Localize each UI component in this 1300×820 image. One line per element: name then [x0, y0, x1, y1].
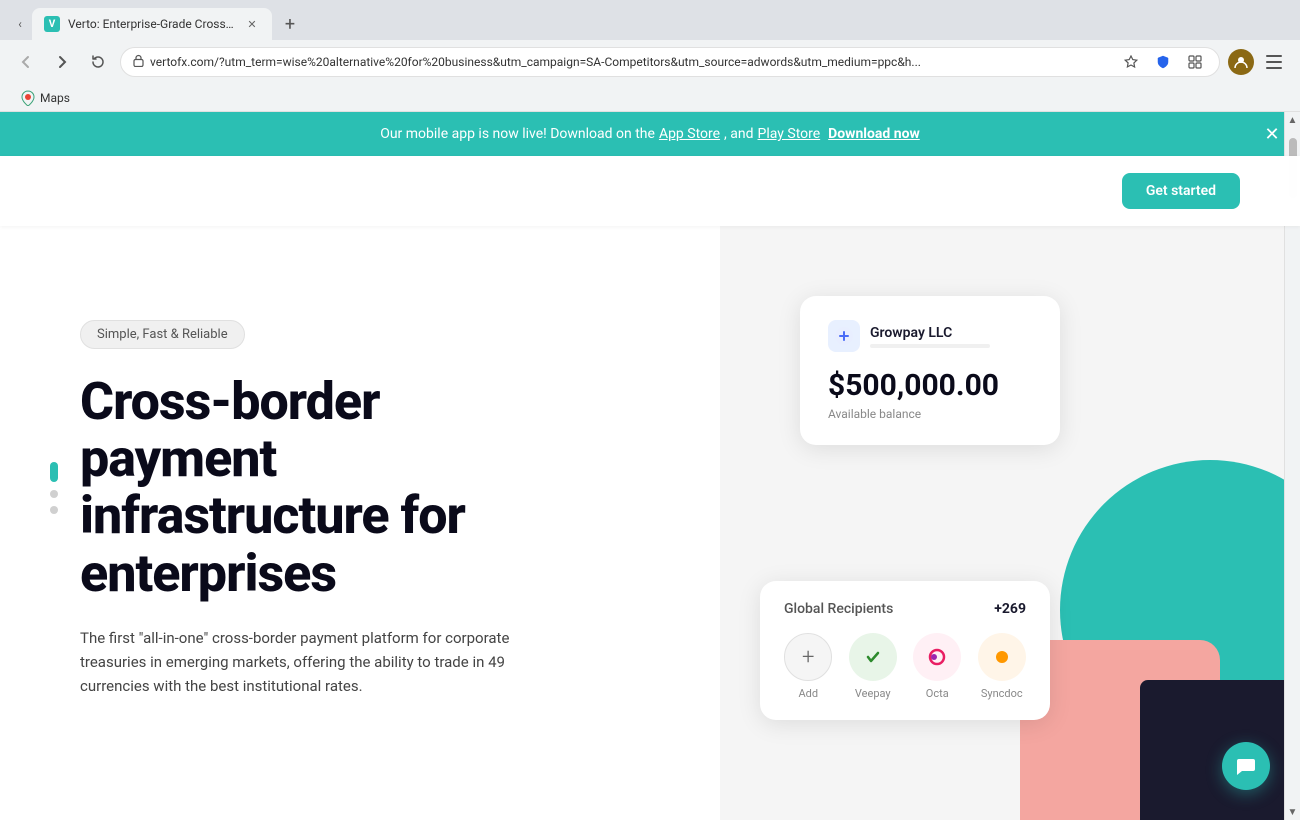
browser-tab-active[interactable]: V Verto: Enterprise-Grade Cross-B ✕ — [32, 8, 272, 40]
balance-card: Growpay LLC $500,000.00 Available balanc… — [800, 296, 1060, 445]
hero-tag: Simple, Fast & Reliable — [80, 320, 245, 349]
hero-right: Growpay LLC $500,000.00 Available balanc… — [720, 156, 1300, 820]
company-avatar — [828, 320, 860, 352]
hero-section: Get started Simple, Fast & Reliable Cros… — [0, 156, 1300, 820]
chrome-menu-button[interactable] — [1260, 48, 1288, 76]
extension-puzzle-button[interactable] — [1183, 50, 1207, 74]
octa-label: Octa — [926, 687, 949, 700]
recipient-veepay[interactable]: Veepay — [849, 633, 897, 700]
banner-close-button[interactable]: ✕ — [1260, 122, 1284, 146]
hero-left: Simple, Fast & Reliable Cross-border pay… — [0, 156, 720, 820]
carousel-dots — [50, 462, 58, 514]
hero-body-text: The first "all-in-one" cross-border paym… — [80, 626, 540, 698]
octa-icon — [913, 633, 961, 681]
syncdoc-label: Syncdoc — [981, 687, 1023, 700]
scroll-down-arrow[interactable]: ▼ — [1285, 804, 1300, 820]
recipient-syncdoc[interactable]: Syncdoc — [978, 633, 1026, 700]
hero-heading: Cross-border payment infrastructure for … — [80, 373, 660, 602]
bookmark-star-button[interactable] — [1119, 50, 1143, 74]
tab-title: Verto: Enterprise-Grade Cross-B — [68, 17, 236, 31]
nav-bar: Get started — [0, 156, 1300, 226]
main-content: Our mobile app is now live! Download on … — [0, 112, 1300, 820]
scroll-track[interactable] — [1285, 128, 1300, 804]
recipient-octa[interactable]: Octa — [913, 633, 961, 700]
app-store-link[interactable]: App Store — [659, 126, 720, 142]
download-now-link[interactable]: Download now — [828, 126, 920, 142]
recipients-card: Global Recipients +269 + Add Veepay — [760, 581, 1050, 720]
company-info: Growpay LLC — [870, 325, 990, 348]
dot-2[interactable] — [50, 490, 58, 498]
address-actions — [1119, 50, 1207, 74]
tab-bar: ‹ V Verto: Enterprise-Grade Cross-B ✕ + — [0, 0, 1300, 40]
profile-avatar-button[interactable] — [1228, 49, 1254, 75]
extension-shield-button[interactable] — [1151, 50, 1175, 74]
balance-card-header: Growpay LLC — [828, 320, 1032, 352]
syncdoc-icon — [978, 633, 1026, 681]
banner-separator: , and — [724, 126, 753, 142]
maps-favicon — [20, 90, 36, 106]
new-tab-button[interactable]: + — [276, 10, 304, 38]
get-started-button[interactable]: Get started — [1122, 173, 1240, 209]
company-bar — [870, 344, 990, 348]
close-tab-button[interactable]: ✕ — [244, 16, 260, 32]
recipients-header: Global Recipients +269 — [784, 601, 1026, 617]
chat-button[interactable] — [1222, 742, 1270, 790]
hero-bg — [720, 156, 1300, 820]
balance-amount: $500,000.00 — [828, 368, 1032, 403]
tab-favicon: V — [44, 16, 60, 32]
lock-icon — [133, 54, 144, 70]
company-name: Growpay LLC — [870, 325, 990, 341]
back-button[interactable] — [12, 48, 40, 76]
add-label: Add — [798, 687, 818, 700]
balance-label: Available balance — [828, 407, 1032, 421]
recipients-title: Global Recipients — [784, 601, 893, 617]
dot-3[interactable] — [50, 506, 58, 514]
dark-shape — [1140, 680, 1300, 820]
browser-toolbar: vertofx.com/?utm_term=wise%20alternative… — [0, 40, 1300, 84]
page-wrapper: Our mobile app is now live! Download on … — [0, 112, 1300, 820]
veepay-icon — [849, 633, 897, 681]
browser-chrome: ‹ V Verto: Enterprise-Grade Cross-B ✕ + … — [0, 0, 1300, 112]
recipients-count: +269 — [994, 601, 1026, 617]
bookmark-maps-label: Maps — [40, 91, 70, 105]
play-store-link[interactable]: Play Store — [758, 126, 821, 142]
browser-actions — [1228, 48, 1288, 76]
url-text: vertofx.com/?utm_term=wise%20alternative… — [150, 55, 1113, 69]
veepay-label: Veepay — [855, 687, 891, 700]
bookmarks-bar: Maps — [0, 84, 1300, 112]
bookmark-maps[interactable]: Maps — [12, 88, 78, 108]
address-bar[interactable]: vertofx.com/?utm_term=wise%20alternative… — [120, 47, 1220, 77]
announcement-banner: Our mobile app is now live! Download on … — [0, 112, 1300, 156]
scroll-up-arrow[interactable]: ▲ — [1285, 112, 1300, 128]
recipients-icons: + Add Veepay — [784, 633, 1026, 700]
tab-scroll-left[interactable]: ‹ — [8, 10, 32, 38]
forward-button[interactable] — [48, 48, 76, 76]
refresh-button[interactable] — [84, 48, 112, 76]
dot-1[interactable] — [50, 462, 58, 482]
recipient-add[interactable]: + Add — [784, 633, 832, 700]
add-recipient-icon: + — [784, 633, 832, 681]
banner-text: Our mobile app is now live! Download on … — [380, 126, 655, 142]
